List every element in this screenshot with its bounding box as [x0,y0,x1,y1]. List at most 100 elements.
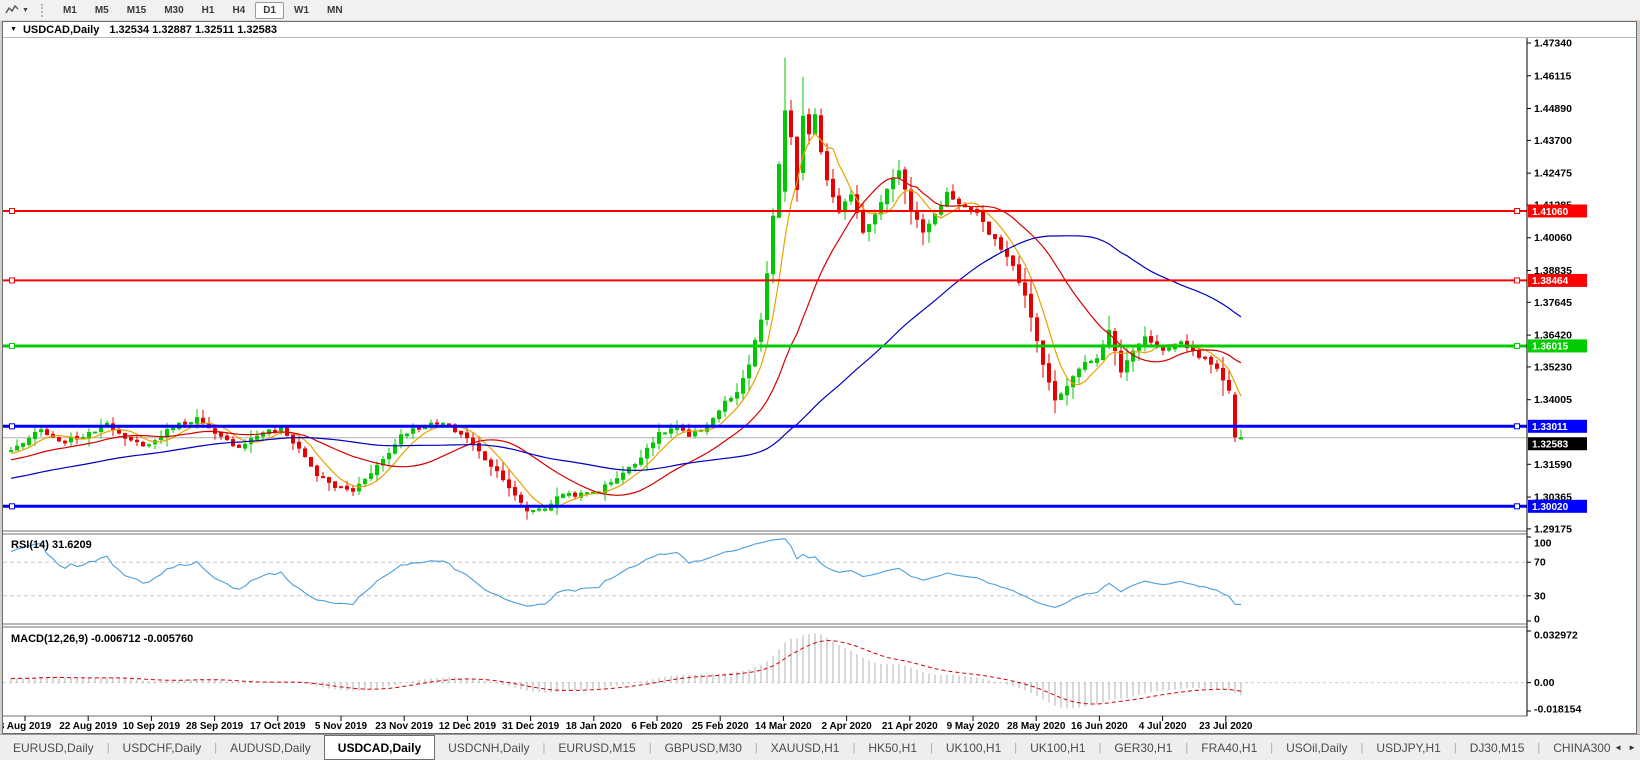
price-tick-label: 1.37645 [1534,297,1572,309]
line-handle[interactable] [10,504,15,509]
price-tick-label: 1.43700 [1534,135,1572,147]
date-tick-label: 21 Apr 2020 [882,721,938,732]
date-tick-label: 28 May 2020 [1007,721,1066,732]
date-tick-label: 14 Mar 2020 [755,721,812,732]
date-tick-label: 23 Jul 2020 [1199,721,1253,732]
svg-text:1.32583: 1.32583 [1532,440,1569,451]
timeframe-button-m15[interactable]: M15 [119,2,154,19]
chart-tab-uk100-h1[interactable]: UK100,H1 [1017,735,1098,760]
rsi-label: RSI(14) 31.6209 [11,539,92,551]
chart-canvas[interactable]: RSI(14) 31.6209 MACD(12,26,9) -0.006712 -… [3,38,1636,733]
ma-fast-line [11,134,1241,508]
timeframe-buttons: M1M5M15M30H1H4D1W1MN [54,2,352,19]
rsi-tick-label: 100 [1534,538,1552,550]
tab-scroll-controls: ◄ ► [1610,735,1640,760]
macd-tick-label: 0.00 [1534,677,1555,689]
chart-tab-uk100-h1[interactable]: UK100,H1 [933,735,1014,760]
collapse-triangle-icon[interactable]: ▼ [10,26,17,33]
svg-text:1.36015: 1.36015 [1532,342,1569,353]
price-badge-1.36015: 1.36015 [1528,339,1587,352]
price-tick-label: 1.34005 [1534,394,1572,406]
chart-tab-usdcad-daily[interactable]: USDCAD,Daily [324,735,435,760]
hline-1.36015[interactable] [3,343,1527,348]
date-tick-label: 16 Jun 2020 [1071,721,1128,732]
rsi-tick-label: 30 [1534,590,1546,602]
line-handle[interactable] [1515,278,1520,283]
timeframe-button-w1[interactable]: W1 [286,2,317,19]
date-tick-label: 2 Apr 2020 [821,721,872,732]
zigzag-chart-icon [5,4,19,16]
chart-tab-xauusd-h1[interactable]: XAUUSD,H1 [758,735,853,760]
line-handle[interactable] [10,208,15,213]
chart-tab-eurusd-m15[interactable]: EURUSD,M15 [545,735,648,760]
timeframe-button-m5[interactable]: M5 [87,2,117,19]
line-handle[interactable] [1515,208,1520,213]
svg-text:1.38464: 1.38464 [1532,276,1569,287]
timeframe-button-mn[interactable]: MN [319,2,351,19]
timeframe-button-m1[interactable]: M1 [55,2,85,19]
date-tick-label: 3 Aug 2019 [3,721,52,732]
price-tick-label: 1.46115 [1534,70,1572,82]
line-handle[interactable] [1515,424,1520,429]
date-tick-label: 12 Dec 2019 [439,721,497,732]
rsi-tick-label: 70 [1534,557,1546,569]
date-tick-label: 9 May 2020 [947,721,1000,732]
chart-ohlc-values: 1.32534 1.32887 1.32511 1.32583 [109,24,277,36]
chart-tab-fra40-h1[interactable]: FRA40,H1 [1188,735,1270,760]
main-price-panel[interactable] [3,57,1527,519]
price-tick-label: 1.44890 [1534,103,1572,115]
timeframe-button-m30[interactable]: M30 [156,2,191,19]
tab-scroll-left-icon[interactable]: ◄ [1614,743,1622,752]
chart-tab-hk50-h1[interactable]: HK50,H1 [855,735,930,760]
chart-tab-eurusd-daily[interactable]: EURUSD,Daily [0,735,107,760]
date-tick-label: 4 Jul 2020 [1139,721,1187,732]
chart-tool-icon[interactable]: ▼ [5,4,29,16]
chart-tab-gbpusd-m30[interactable]: GBPUSD,M30 [652,735,755,760]
line-handle[interactable] [1515,343,1520,348]
chart-tab-bar: EURUSD,Daily|USDCHF,Daily|AUDUSD,DailyUS… [0,734,1640,760]
macd-tick-label: -0.018154 [1534,704,1581,716]
date-tick-label: 10 Sep 2019 [123,721,181,732]
price-badge-1.33011: 1.33011 [1528,420,1587,433]
chart-tab-usdcnh-daily[interactable]: USDCNH,Daily [435,735,542,760]
hline-1.41060[interactable] [3,208,1527,213]
date-tick-label: 6 Feb 2020 [631,721,683,732]
candles-layer [10,57,1243,519]
macd-tick-label: 0.032972 [1534,630,1578,642]
timeframe-button-h4[interactable]: H4 [224,2,253,19]
price-tick-label: 1.31590 [1534,459,1572,471]
dropdown-caret-icon[interactable]: ▼ [22,7,29,14]
price-tick-label: 1.40060 [1534,232,1572,244]
date-tick-label: 23 Nov 2019 [375,721,433,732]
chart-tab-usdjpy-h1[interactable]: USDJPY,H1 [1363,735,1453,760]
toolbar-grip-handle[interactable] [41,4,45,17]
macd-panel: MACD(12,26,9) -0.006712 -0.005760 [3,633,1527,709]
price-badge-1.38464: 1.38464 [1528,274,1587,287]
line-handle[interactable] [10,343,15,348]
ma-slow-line [11,236,1241,478]
price-tick-label: 1.35230 [1534,361,1572,373]
date-tick-label: 18 Jan 2020 [566,721,623,732]
date-tick-label: 22 Aug 2019 [59,721,117,732]
line-handle[interactable] [10,278,15,283]
tab-scroll-right-icon[interactable]: ► [1628,743,1636,752]
line-handle[interactable] [1515,504,1520,509]
hline-1.33011[interactable] [3,424,1527,429]
price-axis[interactable]: 1.473401.461151.448901.437001.424751.412… [1527,38,1587,716]
price-tick-label: 1.42475 [1534,168,1572,180]
chart-title-bar: ▼ USDCAD,Daily 1.32534 1.32887 1.32511 1… [3,22,1636,38]
chart-tab-dj30-m15[interactable]: DJ30,M15 [1457,735,1538,760]
macd-label: MACD(12,26,9) -0.006712 -0.005760 [11,633,193,645]
hline-1.30020[interactable] [3,504,1527,509]
time-axis[interactable]: 3 Aug 201922 Aug 201910 Sep 201928 Sep 2… [3,716,1253,732]
line-handle[interactable] [10,424,15,429]
timeframe-button-h1[interactable]: H1 [194,2,223,19]
chart-tab-usoil-daily[interactable]: USOil,Daily [1273,735,1360,760]
chart-tab-usdchf-daily[interactable]: USDCHF,Daily [110,735,215,760]
date-tick-label: 25 Feb 2020 [692,721,749,732]
chart-tab-audusd-daily[interactable]: AUDUSD,Daily [217,735,324,760]
chart-tabs: EURUSD,Daily|USDCHF,Daily|AUDUSD,DailyUS… [0,735,1640,760]
chart-tab-ger30-h1[interactable]: GER30,H1 [1101,735,1185,760]
price-badge-1.32583: 1.32583 [1528,437,1587,450]
timeframe-button-d1[interactable]: D1 [255,2,284,19]
